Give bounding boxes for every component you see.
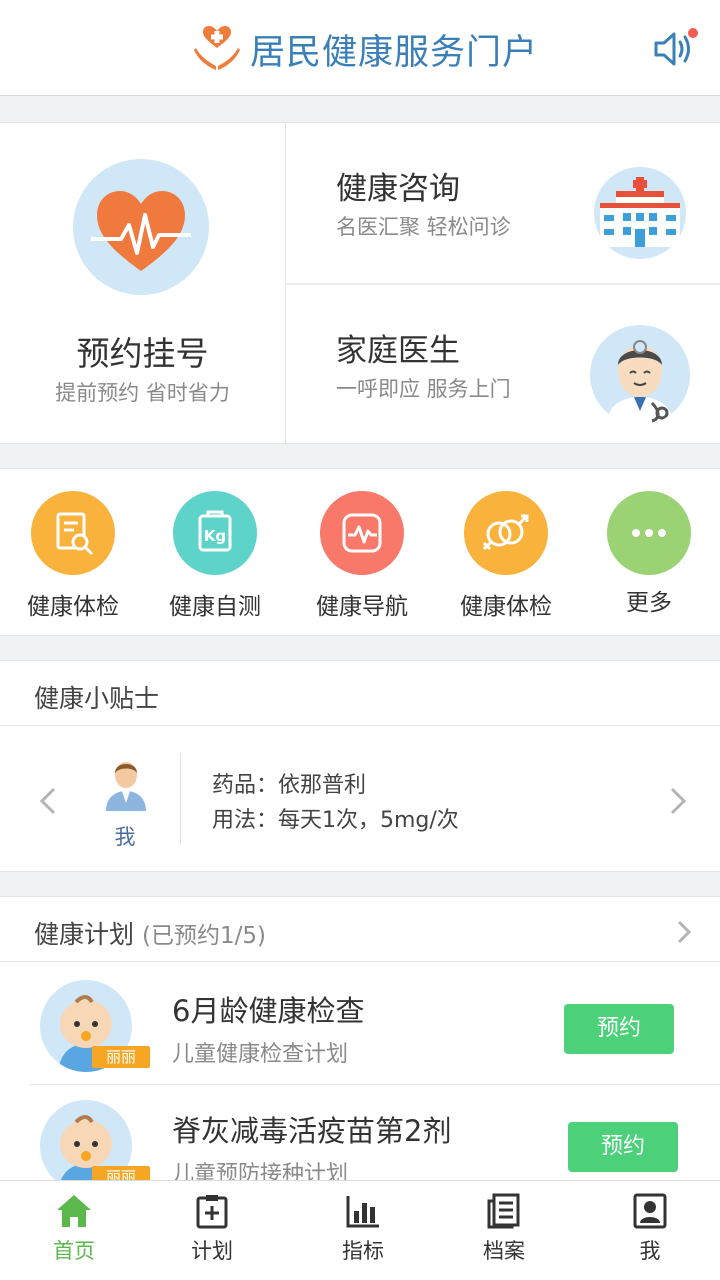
contact-card-icon	[633, 1193, 667, 1229]
plan-header[interactable]: 健康计划 (已预约1/5)	[34, 915, 266, 951]
chevron-right-icon[interactable]	[668, 785, 688, 817]
clipboard-plus-icon	[196, 1195, 228, 1229]
tab-label: 首页	[53, 1239, 95, 1263]
plan-item-subtitle: 儿童健康检查计划	[172, 1042, 349, 1067]
quick-item-checkup-2[interactable]: 健康体检	[434, 491, 578, 621]
tab-label: 指标	[342, 1239, 384, 1263]
hospital-icon	[594, 167, 686, 259]
chevron-right-icon[interactable]	[676, 919, 692, 945]
app-title: 居民健康服务门户	[250, 33, 539, 73]
doctor-icon	[590, 325, 690, 425]
app-header: 居民健康服务门户	[0, 0, 720, 96]
grid-divider-horizontal	[285, 283, 720, 285]
tab-records[interactable]: 档案	[454, 1193, 554, 1265]
scale-kg-icon: Kg	[173, 491, 257, 575]
book-button[interactable]: 预约	[568, 1122, 678, 1172]
tab-label: 我	[639, 1239, 661, 1263]
tab-home[interactable]: 首页	[24, 1193, 124, 1265]
registration-title: 预约挂号	[76, 334, 209, 373]
notification-dot	[688, 28, 698, 38]
quick-item-label: 健康体检	[27, 594, 119, 620]
more-dots-icon	[607, 491, 691, 575]
list-item[interactable]: 丽丽 6月龄健康检查 儿童健康检查计划 预约	[0, 962, 720, 1082]
book-button[interactable]: 预约	[564, 1004, 674, 1054]
child-name-tag: 丽丽	[92, 1046, 150, 1068]
registration-subtitle: 提前预约 省时省力	[55, 381, 230, 405]
consult-subtitle: 名医汇聚 轻松问诊	[336, 215, 511, 239]
family-doctor-title: 家庭医生	[336, 333, 460, 369]
report-search-icon	[31, 491, 115, 575]
tab-label: 计划	[191, 1239, 233, 1263]
family-doctor-subtitle: 一呼即应 服务上门	[336, 377, 511, 401]
service-grid: 预约挂号 提前预约 省时省力 健康咨询 名医汇聚 轻松问诊 家庭医生 一呼即应 …	[0, 122, 720, 445]
tip-drug: 药品：依那普利	[212, 773, 367, 798]
tips-divider	[0, 725, 720, 726]
tab-me[interactable]: 我	[600, 1193, 700, 1265]
svg-text:Kg: Kg	[204, 527, 226, 545]
tab-metrics[interactable]: 指标	[313, 1193, 413, 1265]
health-tips-section: 健康小贴士 我 药品：依那普利 用法：每天1次，5mg/次	[0, 660, 720, 872]
tips-title: 健康小贴士	[34, 684, 160, 713]
quick-item-label: 健康导航	[316, 594, 408, 620]
quick-item-navigation[interactable]: 健康导航	[290, 491, 434, 621]
bar-chart-icon	[346, 1196, 379, 1228]
document-icon	[487, 1193, 520, 1229]
person-avatar-icon	[106, 762, 146, 811]
plan-count: (已预约1/5)	[141, 923, 266, 949]
tips-vertical-divider	[180, 753, 181, 845]
gender-icon	[464, 491, 548, 575]
quick-item-more[interactable]: 更多	[577, 491, 720, 617]
tip-usage: 用法：每天1次，5mg/次	[212, 808, 459, 833]
person-label: 我	[114, 825, 136, 849]
heart-pulse-icon	[73, 159, 209, 295]
chevron-left-icon[interactable]	[38, 785, 58, 817]
plan-item-name: 6月龄健康检查	[172, 994, 365, 1028]
quick-item-label: 健康自测	[169, 594, 261, 620]
quick-item-label: 健康体检	[460, 594, 552, 620]
quick-icons-bar: 健康体检 Kg 健康自测 健康导航 健康体检 更多	[0, 468, 720, 636]
tab-label: 档案	[483, 1239, 525, 1263]
page: 居民健康服务门户 预约挂号 提前预约 省时省力 健康咨询 名医汇聚 轻松问诊 家…	[0, 0, 720, 1280]
hands-heart-icon	[194, 26, 240, 70]
pulse-screen-icon	[320, 491, 404, 575]
tab-plan[interactable]: 计划	[162, 1193, 262, 1265]
plan-item-name: 脊灰减毒活疫苗第2剂	[172, 1114, 452, 1148]
home-icon	[57, 1195, 91, 1227]
quick-item-label: 更多	[626, 590, 672, 616]
plan-title: 健康计划	[34, 920, 135, 949]
consult-title: 健康咨询	[336, 171, 460, 207]
quick-item-self-test[interactable]: Kg 健康自测	[143, 491, 287, 621]
quick-item-checkup[interactable]: 健康体检	[1, 491, 145, 621]
bottom-nav: 首页 计划 指标 档案 我	[0, 1180, 720, 1280]
